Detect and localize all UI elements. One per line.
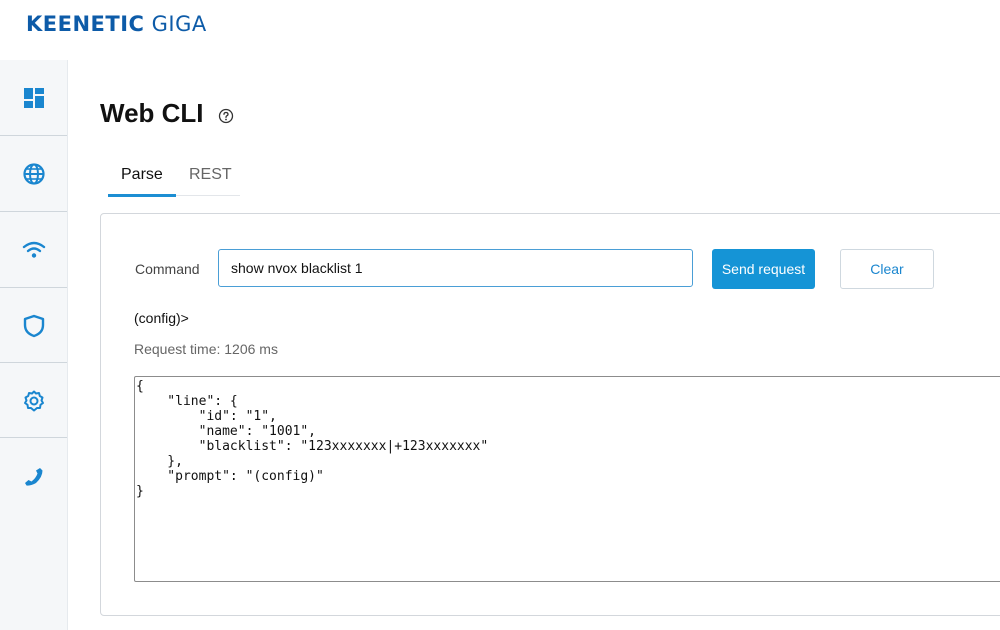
sidebar-item-internet[interactable] [0, 136, 67, 211]
help-circle-icon[interactable] [218, 108, 234, 124]
gear-icon [23, 390, 44, 411]
sidebar-item-dashboard[interactable] [0, 60, 67, 135]
top-bar: KEENETIC GIGA [0, 0, 1000, 60]
main-content: Web CLI Parse REST Command Send request … [68, 60, 1000, 630]
phone-icon [24, 467, 42, 486]
cli-panel: Command Send request Clear (config)> Req… [100, 213, 1000, 616]
globe-icon [22, 162, 45, 185]
cli-prompt: (config)> [134, 310, 189, 326]
sidebar-item-security[interactable] [0, 288, 67, 363]
dashboard-icon [23, 87, 44, 108]
clear-button[interactable]: Clear [840, 249, 934, 289]
request-time: Request time: 1206 ms [134, 341, 278, 357]
page-title: Web CLI [100, 98, 204, 128]
response-output[interactable]: { "line": { "id": "1", "name": "1001", "… [134, 376, 1000, 582]
brand-name: KEENETIC [26, 12, 145, 36]
tab-parse[interactable]: Parse [121, 166, 163, 184]
sidebar-item-phone[interactable] [0, 438, 67, 513]
send-request-button[interactable]: Send request [712, 249, 815, 289]
sidebar-item-wifi[interactable] [0, 212, 67, 287]
wifi-icon [22, 241, 45, 258]
sidebar-item-settings[interactable] [0, 363, 67, 438]
brand-logo[interactable]: KEENETIC GIGA [26, 12, 207, 36]
sidebar [0, 60, 68, 630]
brand-model: GIGA [151, 12, 207, 36]
command-label: Command [135, 261, 200, 277]
command-input[interactable] [218, 249, 693, 287]
shield-icon [23, 314, 44, 337]
tab-rest[interactable]: REST [189, 166, 232, 184]
active-tab-indicator [108, 194, 176, 197]
